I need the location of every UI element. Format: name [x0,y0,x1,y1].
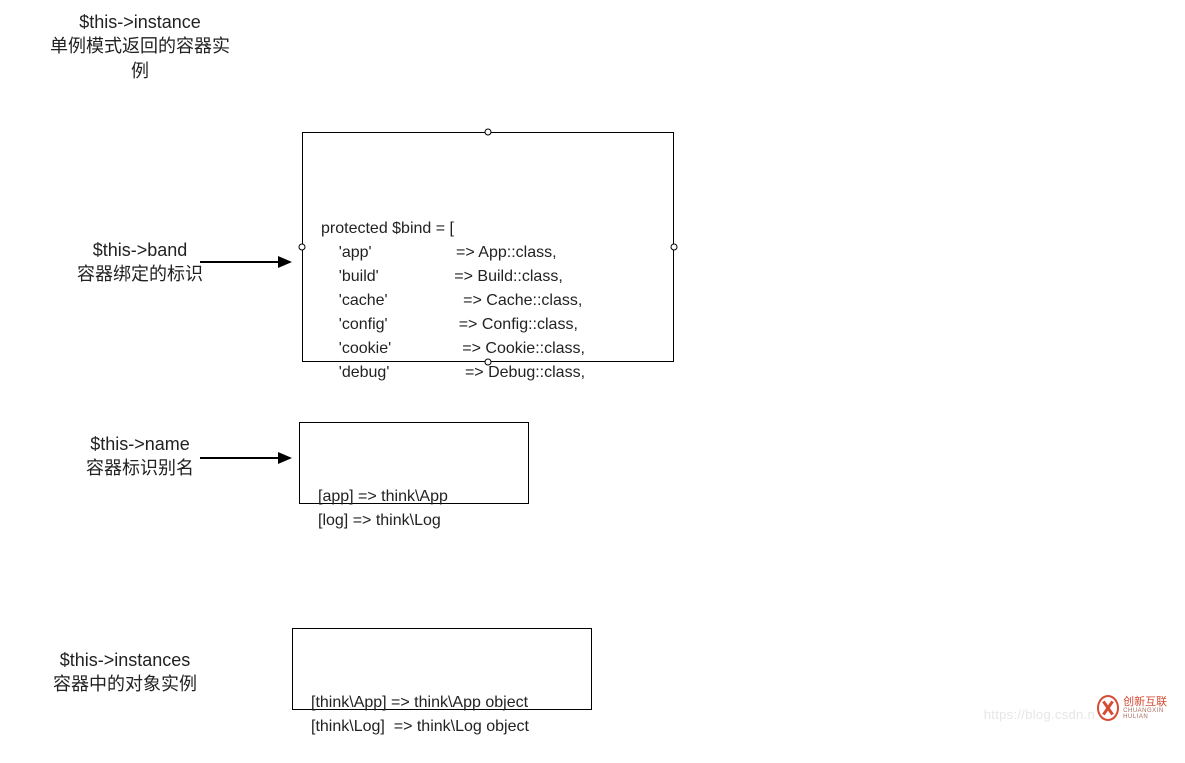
label-instance: $this->instance 单例模式返回的容器实 例 [40,10,240,83]
label-instances-title: $this->instances [25,648,225,672]
code-instances-content: [think\App] => think\App object [think\L… [311,691,573,739]
label-instances-sub: 容器中的对象实例 [25,672,225,696]
brand-logo-icon [1097,695,1119,721]
code-box-instances: [think\App] => think\App object [think\L… [292,628,592,710]
anchor-right-icon [671,244,678,251]
brand-name: 创新互联 [1123,696,1167,708]
label-instance-sub: 单例模式返回的容器实 例 [40,34,240,83]
label-instance-title: $this->instance [40,10,240,34]
arrow-bind-icon [200,250,300,274]
brand-logo-text: 创新互联 CHUANGXIN HULIAN [1123,697,1179,720]
code-name-content: [app] => think\App [log] => think\Log [318,485,510,533]
brand-logo: 创新互联 CHUANGXIN HULIAN [1097,688,1179,728]
code-box-name: [app] => think\App [log] => think\Log [299,422,529,504]
code-box-bind: protected $bind = [ 'app' => App::class,… [302,132,674,362]
brand-tag: CHUANGXIN HULIAN [1123,708,1179,720]
watermark-text: https://blog.csdn.n [984,707,1095,722]
anchor-top-icon [485,129,492,136]
anchor-bottom-icon [485,359,492,366]
arrow-name-icon [200,446,300,470]
label-instances: $this->instances 容器中的对象实例 [25,648,225,697]
